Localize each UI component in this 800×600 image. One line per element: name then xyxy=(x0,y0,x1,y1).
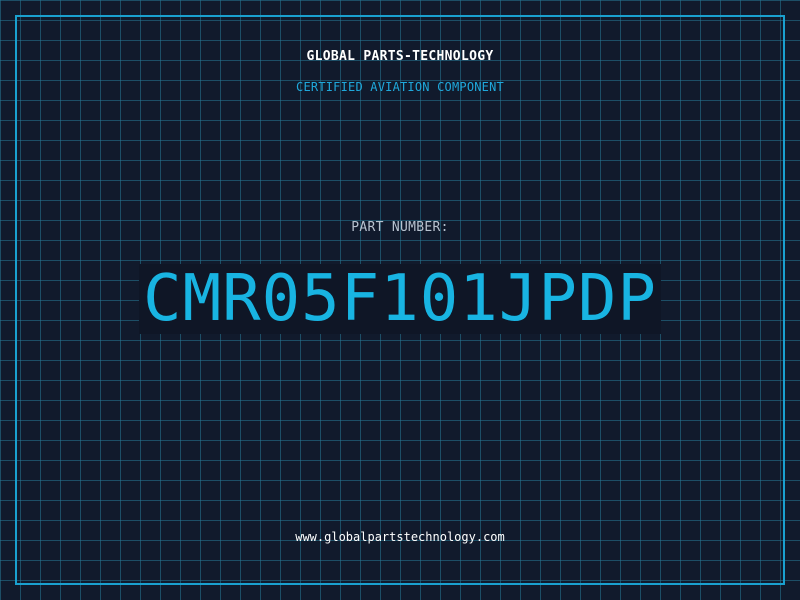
part-number-container: CMR05F101JPDP xyxy=(0,264,800,334)
company-name: GLOBAL PARTS-TECHNOLOGY xyxy=(306,49,494,64)
website-url: www.globalpartstechnology.com xyxy=(295,530,505,544)
part-number-value: CMR05F101JPDP xyxy=(139,264,661,334)
part-number-label: PART NUMBER: xyxy=(351,220,449,235)
certification-tagline: CERTIFIED AVIATION COMPONENT xyxy=(296,80,504,94)
